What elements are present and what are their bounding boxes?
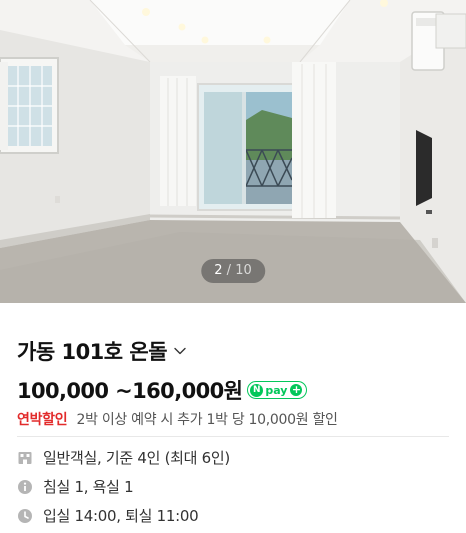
room-photo-carousel[interactable]: 2 / 10: [0, 0, 466, 303]
discount-label: 연박할인: [17, 412, 68, 428]
photo-counter-total: 10: [235, 263, 252, 278]
discount-row: 연박할인 2박 이상 예약 시 추가 1박 당 10,000원 할인: [17, 409, 338, 429]
spec-rooms: 침실 1, 욕실 1: [17, 476, 134, 497]
info-icon: [18, 479, 32, 494]
room-photo: [0, 0, 466, 303]
price-row: 100,000 ~160,000원 N pay +: [17, 375, 308, 405]
npay-n-icon: N: [250, 383, 264, 397]
npay-plus-icon: +: [290, 383, 303, 396]
photo-counter: 2 / 10: [201, 259, 265, 283]
spec-rooms-text: 침실 1, 욕실 1: [43, 478, 134, 496]
spec-check-times-text: 입실 14:00, 퇴실 11:00: [43, 507, 199, 525]
npay-label: pay: [265, 383, 288, 397]
chevron-down-icon: [174, 347, 186, 355]
spec-check-times: 입실 14:00, 퇴실 11:00: [17, 505, 199, 526]
building-icon: [18, 451, 32, 464]
npay-logo: N pay +: [247, 381, 308, 399]
divider: [17, 436, 449, 437]
room-title: 가동 101호 온돌: [17, 340, 168, 364]
photo-counter-separator: /: [226, 263, 232, 278]
room-info-panel: 가동 101호 온돌 100,000 ~160,000원 N pay + 연박할…: [0, 303, 466, 533]
room-title-selector[interactable]: 가동 101호 온돌: [17, 336, 187, 366]
discount-text: 2박 이상 예약 시 추가 1박 당 10,000원 할인: [76, 412, 338, 428]
photo-counter-current: 2: [214, 263, 223, 278]
spec-room-type: 일반객실, 기준 4인 (최대 6인): [17, 447, 230, 468]
clock-icon: [18, 508, 32, 523]
room-price: 100,000 ~160,000원: [17, 379, 243, 403]
spec-room-type-text: 일반객실, 기준 4인 (최대 6인): [43, 449, 230, 467]
